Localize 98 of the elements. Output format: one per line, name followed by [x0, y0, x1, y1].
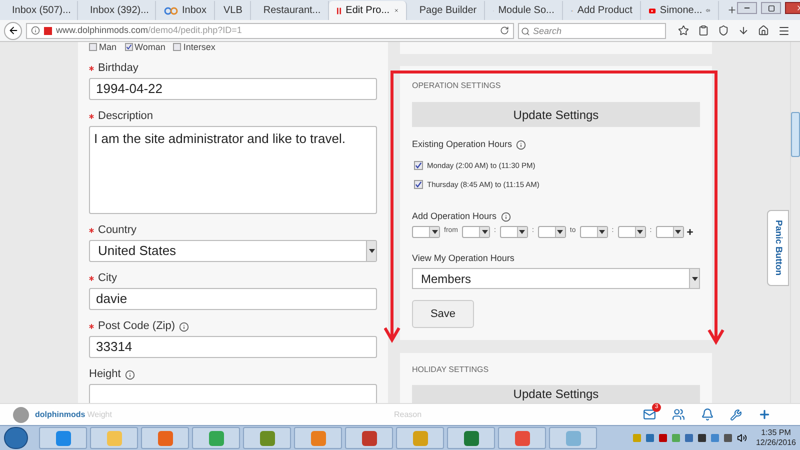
tab-label: VLB [223, 4, 242, 18]
info-icon [516, 140, 526, 150]
dropdown-arrow-icon [479, 226, 489, 236]
field-label: Country [98, 224, 137, 237]
tab-label: Edit Pro... [346, 4, 390, 18]
tab-label: Inbox [182, 4, 206, 18]
select-value: Members [420, 270, 472, 288]
update-settings-button[interactable]: Update Settings [412, 385, 700, 403]
update-settings-button[interactable]: Update Settings [412, 102, 700, 127]
field-label: Description [98, 110, 154, 123]
info-icon [500, 212, 511, 222]
time-select[interactable] [500, 226, 528, 238]
time-select[interactable] [580, 226, 608, 238]
taskbar-app-icon[interactable] [39, 427, 87, 449]
tab-label: Module So... [498, 4, 554, 18]
info-icon[interactable] [31, 26, 40, 35]
wrench-icon[interactable] [730, 408, 742, 420]
checkbox[interactable] [414, 160, 423, 170]
time-select[interactable] [412, 226, 440, 238]
home-icon[interactable] [758, 25, 769, 36]
maximize-button[interactable] [761, 2, 782, 14]
volume-icon[interactable] [736, 433, 747, 443]
search-field[interactable]: Search [518, 22, 666, 38]
maximize-icon [768, 4, 775, 12]
play-icon [649, 6, 656, 16]
bookmark-icon[interactable] [678, 25, 689, 36]
checkbox-label: Intersex [183, 42, 216, 52]
dropdown-arrow-icon [596, 226, 607, 236]
mail-icon[interactable] [643, 408, 656, 421]
clipboard-icon[interactable] [698, 25, 709, 36]
shield-icon[interactable] [718, 25, 729, 36]
input-field[interactable]: davie [89, 288, 377, 310]
taskbar-app-icon[interactable] [243, 427, 291, 449]
text-area[interactable]: I am the site administrator and like to travel. [89, 126, 377, 214]
menu-icon[interactable] [778, 24, 790, 36]
select-value: United States [97, 242, 178, 260]
url-text: www.dolphinmods.com/demo4/pedit.php?ID=1 [56, 24, 242, 37]
time-select[interactable] [656, 226, 684, 238]
dropdown-arrow-icon [672, 226, 683, 236]
search-icon [521, 26, 530, 36]
select-field[interactable]: United States [89, 240, 377, 262]
checkbox[interactable] [124, 43, 133, 51]
field-label: Birthday [98, 62, 138, 75]
address-field[interactable]: www.dolphinmods.com/demo4/pedit.php?ID=1 [26, 22, 514, 38]
new-tab-icon[interactable] [727, 5, 738, 15]
tab-label: Inbox (507)... [12, 4, 71, 18]
field-label: Existing Operation Hours [412, 138, 512, 151]
browser-tab[interactable]: Edit Pro... [329, 1, 408, 20]
input-field[interactable]: 33314 [89, 336, 377, 358]
select-field[interactable]: Members [412, 268, 700, 289]
back-button[interactable] [4, 22, 22, 40]
taskbar-app-icon[interactable] [498, 427, 546, 449]
add-icon[interactable] [686, 228, 694, 236]
input-field[interactable] [89, 384, 377, 403]
users-icon[interactable] [672, 408, 685, 421]
download-icon[interactable] [738, 25, 749, 36]
tab-label: Add Product [577, 4, 632, 18]
tab-label: Restaurant... [263, 4, 321, 18]
taskbar-app-icon[interactable] [447, 427, 495, 449]
checkbox-label: Woman [134, 42, 166, 52]
reload-icon[interactable] [500, 26, 509, 35]
back-arrow-icon [8, 25, 18, 36]
clock-date: 12/26/2016 [756, 438, 796, 448]
clock[interactable]: 1:35 PM 12/26/2016 [756, 428, 796, 448]
panic-button[interactable]: Panic Button [767, 210, 789, 286]
tab-label: Page Builder [419, 4, 477, 18]
tab-label: Simone... [660, 4, 702, 18]
avatar [13, 406, 29, 422]
field-label: View My Operation Hours [412, 252, 516, 265]
checkbox[interactable] [173, 43, 182, 51]
bell-icon[interactable] [701, 408, 714, 421]
dropdown-arrow-icon [429, 226, 439, 236]
checkbox[interactable] [89, 43, 97, 51]
close-icon[interactable] [394, 6, 398, 15]
scrollbar-thumb[interactable] [791, 112, 800, 157]
checkbox-label: Man [99, 42, 117, 52]
field-label: City [98, 272, 117, 285]
time-select[interactable] [538, 226, 566, 238]
dropdown-arrow-icon [634, 226, 645, 236]
tab-label: Inbox (392)... [90, 4, 149, 18]
username-link[interactable]: dolphinmods [35, 408, 86, 420]
field-label: Add Operation Hours [412, 210, 497, 223]
start-button[interactable] [4, 427, 28, 449]
scrollbar[interactable] [790, 42, 800, 403]
taskbar-app-icon[interactable] [345, 427, 393, 449]
dropdown-arrow-icon [554, 226, 565, 236]
time-select[interactable] [462, 226, 490, 238]
field-label: Height [89, 368, 121, 381]
field-label: Post Code (Zip) [98, 320, 176, 333]
site-icon [44, 26, 52, 34]
section-heading: HOLIDAY SETTINGS [412, 364, 490, 376]
checkbox[interactable] [414, 180, 423, 189]
input-field[interactable]: 1994-04-22 [89, 78, 377, 100]
section-heading: OPERATION SETTINGS [412, 80, 502, 92]
clock-time: 1:35 PM [761, 428, 791, 438]
save-button[interactable]: Save [412, 300, 474, 328]
dropdown-arrow-icon [516, 226, 527, 236]
time-select[interactable] [618, 226, 646, 238]
